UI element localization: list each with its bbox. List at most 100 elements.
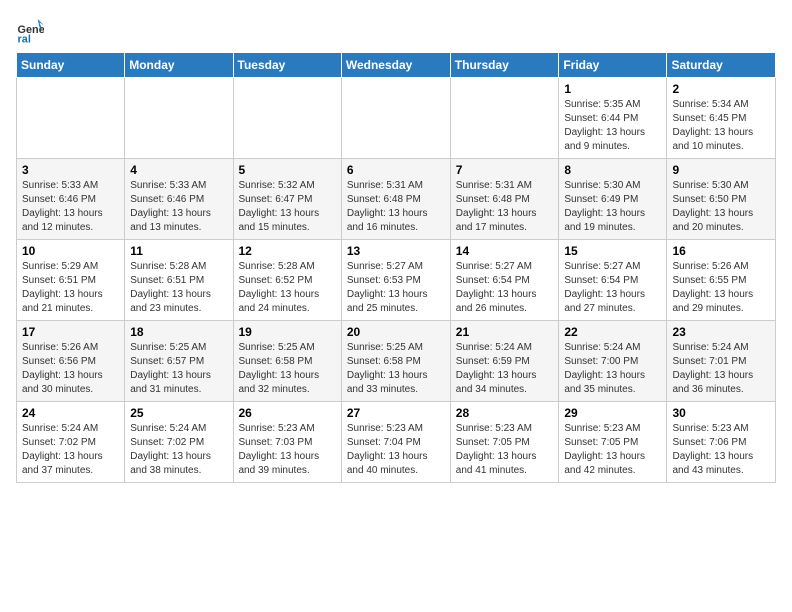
day-info: Sunrise: 5:24 AM Sunset: 7:00 PM Dayligh… xyxy=(564,341,661,397)
calendar-cell: 3 Sunrise: 5:33 AM Sunset: 6:46 PM Daylig… xyxy=(17,159,125,240)
calendar-cell: 14Sunrise: 5:27 AM Sunset: 6:54 PM Dayli… xyxy=(450,240,559,321)
day-info: Sunrise: 5:23 AM Sunset: 7:06 PM Dayligh… xyxy=(672,422,770,478)
day-number: 9 xyxy=(672,163,770,177)
calendar-cell: 29 Sunrise: 5:23 AM Sunset: 7:05 PM Dayli… xyxy=(559,402,667,483)
logo-icon: Gene ral xyxy=(16,16,44,44)
day-number: 13 xyxy=(347,244,445,258)
day-number: 20 xyxy=(347,325,445,339)
day-number: 5 xyxy=(239,163,336,177)
day-info: Sunrise: 5:31 AM Sunset: 6:48 PM Dayligh… xyxy=(456,179,554,235)
calendar-cell: 20 Sunrise: 5:25 AM Sunset: 6:58 PM Dayli… xyxy=(341,321,450,402)
day-header-sunday: Sunday xyxy=(17,53,125,78)
day-number: 19 xyxy=(239,325,336,339)
day-header-wednesday: Wednesday xyxy=(341,53,450,78)
svg-text:ral: ral xyxy=(18,33,31,44)
day-number: 18 xyxy=(130,325,227,339)
calendar-cell: 4 Sunrise: 5:33 AM Sunset: 6:46 PM Daylig… xyxy=(125,159,233,240)
calendar-table: SundayMondayTuesdayWednesdayThursdayFrid… xyxy=(16,52,776,483)
calendar-week-4: 17Sunrise: 5:26 AM Sunset: 6:56 PM Dayli… xyxy=(17,321,776,402)
calendar-cell: 11Sunrise: 5:28 AM Sunset: 6:51 PM Dayli… xyxy=(125,240,233,321)
day-info: Sunrise: 5:33 AM Sunset: 6:46 PM Dayligh… xyxy=(130,179,227,235)
calendar-cell: 5Sunrise: 5:32 AM Sunset: 6:47 PM Daylig… xyxy=(233,159,341,240)
day-info: Sunrise: 5:27 AM Sunset: 6:54 PM Dayligh… xyxy=(564,260,661,316)
calendar-cell: 28 Sunrise: 5:23 AM Sunset: 7:05 PM Dayli… xyxy=(450,402,559,483)
calendar-cell: 19 Sunrise: 5:25 AM Sunset: 6:58 PM Dayli… xyxy=(233,321,341,402)
day-number: 23 xyxy=(672,325,770,339)
day-number: 27 xyxy=(347,406,445,420)
day-number: 8 xyxy=(564,163,661,177)
calendar-cell xyxy=(125,78,233,159)
calendar-cell: 9Sunrise: 5:30 AM Sunset: 6:50 PM Daylig… xyxy=(667,159,776,240)
calendar-cell xyxy=(450,78,559,159)
day-info: Sunrise: 5:23 AM Sunset: 7:04 PM Dayligh… xyxy=(347,422,445,478)
calendar-cell: 15 Sunrise: 5:27 AM Sunset: 6:54 PM Dayli… xyxy=(559,240,667,321)
calendar-cell: 17Sunrise: 5:26 AM Sunset: 6:56 PM Dayli… xyxy=(17,321,125,402)
day-number: 15 xyxy=(564,244,661,258)
day-number: 1 xyxy=(564,82,661,96)
day-info: Sunrise: 5:33 AM Sunset: 6:46 PM Dayligh… xyxy=(22,179,119,235)
day-info: Sunrise: 5:30 AM Sunset: 6:49 PM Dayligh… xyxy=(564,179,661,235)
calendar-cell: 10Sunrise: 5:29 AM Sunset: 6:51 PM Dayli… xyxy=(17,240,125,321)
day-number: 22 xyxy=(564,325,661,339)
day-number: 24 xyxy=(22,406,119,420)
day-number: 25 xyxy=(130,406,227,420)
day-info: Sunrise: 5:23 AM Sunset: 7:05 PM Dayligh… xyxy=(456,422,554,478)
calendar-cell: 25Sunrise: 5:24 AM Sunset: 7:02 PM Dayli… xyxy=(125,402,233,483)
day-number: 3 xyxy=(22,163,119,177)
calendar-cell: 7Sunrise: 5:31 AM Sunset: 6:48 PM Daylig… xyxy=(450,159,559,240)
calendar-cell: 18 Sunrise: 5:25 AM Sunset: 6:57 PM Dayli… xyxy=(125,321,233,402)
calendar-cell: 1 Sunrise: 5:35 AM Sunset: 6:44 PM Daylig… xyxy=(559,78,667,159)
day-number: 10 xyxy=(22,244,119,258)
day-header-saturday: Saturday xyxy=(667,53,776,78)
calendar-cell: 8 Sunrise: 5:30 AM Sunset: 6:49 PM Daylig… xyxy=(559,159,667,240)
day-info: Sunrise: 5:26 AM Sunset: 6:55 PM Dayligh… xyxy=(672,260,770,316)
day-number: 30 xyxy=(672,406,770,420)
calendar-week-1: 1 Sunrise: 5:35 AM Sunset: 6:44 PM Daylig… xyxy=(17,78,776,159)
day-info: Sunrise: 5:34 AM Sunset: 6:45 PM Dayligh… xyxy=(672,98,770,154)
day-number: 14 xyxy=(456,244,554,258)
day-info: Sunrise: 5:28 AM Sunset: 6:52 PM Dayligh… xyxy=(239,260,336,316)
day-number: 2 xyxy=(672,82,770,96)
calendar-cell: 12 Sunrise: 5:28 AM Sunset: 6:52 PM Dayli… xyxy=(233,240,341,321)
day-info: Sunrise: 5:24 AM Sunset: 6:59 PM Dayligh… xyxy=(456,341,554,397)
calendar-cell: 27 Sunrise: 5:23 AM Sunset: 7:04 PM Dayli… xyxy=(341,402,450,483)
calendar-cell: 23Sunrise: 5:24 AM Sunset: 7:01 PM Dayli… xyxy=(667,321,776,402)
day-number: 29 xyxy=(564,406,661,420)
day-number: 26 xyxy=(239,406,336,420)
calendar-cell: 24 Sunrise: 5:24 AM Sunset: 7:02 PM Dayli… xyxy=(17,402,125,483)
calendar-cell: 2 Sunrise: 5:34 AM Sunset: 6:45 PM Daylig… xyxy=(667,78,776,159)
day-info: Sunrise: 5:25 AM Sunset: 6:57 PM Dayligh… xyxy=(130,341,227,397)
calendar-cell: 6Sunrise: 5:31 AM Sunset: 6:48 PM Daylig… xyxy=(341,159,450,240)
calendar-cell xyxy=(341,78,450,159)
day-info: Sunrise: 5:27 AM Sunset: 6:53 PM Dayligh… xyxy=(347,260,445,316)
day-number: 12 xyxy=(239,244,336,258)
day-header-tuesday: Tuesday xyxy=(233,53,341,78)
calendar-cell xyxy=(17,78,125,159)
calendar-cell: 13 Sunrise: 5:27 AM Sunset: 6:53 PM Dayli… xyxy=(341,240,450,321)
day-info: Sunrise: 5:25 AM Sunset: 6:58 PM Dayligh… xyxy=(347,341,445,397)
day-header-monday: Monday xyxy=(125,53,233,78)
day-info: Sunrise: 5:25 AM Sunset: 6:58 PM Dayligh… xyxy=(239,341,336,397)
calendar-cell: 16 Sunrise: 5:26 AM Sunset: 6:55 PM Dayli… xyxy=(667,240,776,321)
calendar-cell: 30 Sunrise: 5:23 AM Sunset: 7:06 PM Dayli… xyxy=(667,402,776,483)
day-info: Sunrise: 5:23 AM Sunset: 7:05 PM Dayligh… xyxy=(564,422,661,478)
day-header-friday: Friday xyxy=(559,53,667,78)
calendar-cell xyxy=(233,78,341,159)
day-number: 4 xyxy=(130,163,227,177)
page-header: Gene ral xyxy=(16,16,776,44)
calendar-cell: 26Sunrise: 5:23 AM Sunset: 7:03 PM Dayli… xyxy=(233,402,341,483)
day-info: Sunrise: 5:28 AM Sunset: 6:51 PM Dayligh… xyxy=(130,260,227,316)
logo: Gene ral xyxy=(16,16,48,44)
day-number: 17 xyxy=(22,325,119,339)
day-info: Sunrise: 5:35 AM Sunset: 6:44 PM Dayligh… xyxy=(564,98,661,154)
day-number: 21 xyxy=(456,325,554,339)
calendar-header: SundayMondayTuesdayWednesdayThursdayFrid… xyxy=(17,53,776,78)
calendar-cell: 22 Sunrise: 5:24 AM Sunset: 7:00 PM Dayli… xyxy=(559,321,667,402)
day-header-thursday: Thursday xyxy=(450,53,559,78)
day-number: 16 xyxy=(672,244,770,258)
calendar-week-5: 24 Sunrise: 5:24 AM Sunset: 7:02 PM Dayli… xyxy=(17,402,776,483)
day-info: Sunrise: 5:24 AM Sunset: 7:02 PM Dayligh… xyxy=(22,422,119,478)
calendar-week-3: 10Sunrise: 5:29 AM Sunset: 6:51 PM Dayli… xyxy=(17,240,776,321)
calendar-cell: 21 Sunrise: 5:24 AM Sunset: 6:59 PM Dayli… xyxy=(450,321,559,402)
day-number: 28 xyxy=(456,406,554,420)
